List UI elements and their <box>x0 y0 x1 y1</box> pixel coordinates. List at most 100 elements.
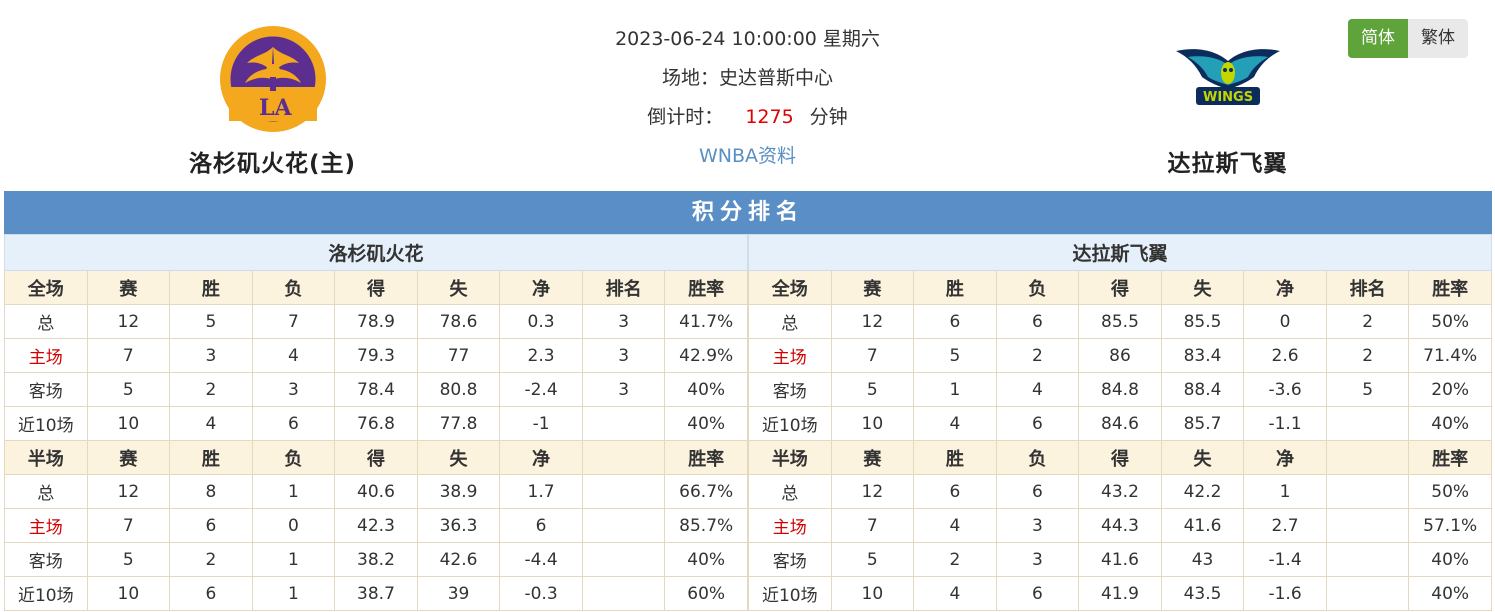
table-cell: 77.8 <box>416 406 501 441</box>
row-label: 客场 <box>4 542 88 577</box>
table-cell: 5 <box>1325 372 1410 407</box>
column-header: 排名 <box>1325 270 1410 305</box>
row-label: 客场 <box>748 542 832 577</box>
table-cell: 77 <box>416 338 501 373</box>
language-switch: 简体 繁体 <box>1348 19 1468 58</box>
table-cell: 42.9% <box>664 338 748 373</box>
table-cell: 20% <box>1408 372 1492 407</box>
table-cell: 83.4 <box>1160 338 1245 373</box>
table-cell: 41.6 <box>1160 508 1245 543</box>
away-team-logo[interactable]: WINGS <box>1105 18 1350 140</box>
table-cell: 1 <box>913 372 997 407</box>
table-cell: 42.6 <box>416 542 501 577</box>
table-cell: 6 <box>995 406 1080 441</box>
match-countdown: 倒计时： 1275 分钟 <box>530 102 965 141</box>
table-cell: 2.7 <box>1243 508 1327 543</box>
row-label: 总 <box>748 304 832 339</box>
table-cell: 40% <box>664 372 748 407</box>
column-header: 胜 <box>169 440 253 475</box>
table-cell: 85.7 <box>1160 406 1245 441</box>
table-cell: 7 <box>830 338 915 373</box>
table-cell: 84.8 <box>1078 372 1162 407</box>
column-header: 胜率 <box>1408 440 1492 475</box>
traditional-chinese-button[interactable]: 繁体 <box>1408 19 1468 58</box>
table-cell: 3 <box>995 542 1080 577</box>
home-team-logo[interactable]: LA <box>150 18 395 140</box>
column-header: 全场 <box>748 270 832 305</box>
table-cell: 38.2 <box>334 542 418 577</box>
column-header: 得 <box>334 270 418 305</box>
away-table-team-row: 达拉斯飞翼 <box>748 234 1492 271</box>
table-cell: 6 <box>913 304 997 339</box>
column-header <box>1325 440 1410 475</box>
column-header: 胜率 <box>1408 270 1492 305</box>
table-cell: 7 <box>86 508 171 543</box>
table-cell: 5 <box>830 372 915 407</box>
table-cell: 6 <box>251 406 336 441</box>
home-team-block[interactable]: LA 洛杉矶火花(主) <box>150 18 395 178</box>
away-team-name[interactable]: 达拉斯飞翼 <box>1105 144 1350 178</box>
table-cell: -4.4 <box>499 542 583 577</box>
table-cell: 3 <box>251 372 336 407</box>
table-cell: 6 <box>169 576 253 611</box>
column-header: 胜 <box>913 440 997 475</box>
simplified-chinese-button[interactable]: 简体 <box>1348 19 1408 58</box>
table-cell <box>581 406 666 441</box>
table-cell: 5 <box>830 542 915 577</box>
table-cell: 12 <box>86 304 171 339</box>
countdown-label: 倒计时： <box>647 106 724 128</box>
table-row: 近10场 10 4 6 41.9 43.5 -1.6 40% <box>748 576 1492 611</box>
away-table-team-name: 达拉斯飞翼 <box>748 234 1492 271</box>
column-header: 负 <box>995 440 1080 475</box>
table-cell: 4 <box>913 406 997 441</box>
table-cell: 38.9 <box>416 474 501 509</box>
table-row: 近10场 10 6 1 38.7 39 -0.3 60% <box>4 576 748 611</box>
away-standings-table: 达拉斯飞翼 全场赛胜负得失净排名 胜率总 12 6 6 85.5 85.5 0 2 50% 主场 7 5… <box>748 234 1492 611</box>
table-cell: 5 <box>86 542 171 577</box>
table-row: 客场 5 2 3 78.4 80.8 -2.4 3 40% <box>4 372 748 407</box>
table-cell: 84.6 <box>1078 406 1162 441</box>
table-cell: 42.3 <box>334 508 418 543</box>
table-cell: 2.6 <box>1243 338 1327 373</box>
countdown-value: 1275 <box>745 106 794 128</box>
column-header: 净 <box>499 270 583 305</box>
table-cell: 7 <box>251 304 336 339</box>
row-label: 主场 <box>4 338 88 373</box>
home-team-name[interactable]: 洛杉矶火花(主) <box>150 144 395 178</box>
table-cell: 85.5 <box>1160 304 1245 339</box>
row-label: 近10场 <box>4 576 88 611</box>
table-cell: 4 <box>169 406 253 441</box>
table-row: 总 12 5 7 78.9 78.6 0.3 3 41.7% <box>4 304 748 339</box>
column-header: 负 <box>251 440 336 475</box>
column-header: 失 <box>416 270 501 305</box>
row-label: 主场 <box>4 508 88 543</box>
table-cell: 2 <box>169 542 253 577</box>
away-half-header-row: 半场赛胜负得失净 胜率 <box>748 440 1492 475</box>
wnba-info-link[interactable]: WNBA资料 <box>699 141 796 180</box>
table-cell: 10 <box>830 576 915 611</box>
table-row: 总 12 6 6 43.2 42.2 1 50% <box>748 474 1492 509</box>
standings-section: 积分排名 洛杉矶火花 全场赛胜负得失净排名 胜率总 12 5 7 78.9 78.6 0.3 3… <box>4 191 1492 611</box>
column-header: 得 <box>1078 440 1162 475</box>
column-header: 胜率 <box>664 270 748 305</box>
table-cell: 10 <box>86 406 171 441</box>
table-cell: 41.7% <box>664 304 748 339</box>
column-header: 净 <box>499 440 583 475</box>
column-header: 胜 <box>169 270 253 305</box>
table-cell: 2 <box>913 542 997 577</box>
table-cell: 85.7% <box>664 508 748 543</box>
table-row: 近10场 10 4 6 76.8 77.8 -1 40% <box>4 406 748 441</box>
away-team-block[interactable]: WINGS 达拉斯飞翼 <box>1105 18 1350 178</box>
sparks-logo-icon: LA <box>219 26 326 132</box>
column-header: 得 <box>334 440 418 475</box>
row-label: 客场 <box>4 372 88 407</box>
table-cell <box>581 508 666 543</box>
row-label: 近10场 <box>4 406 88 441</box>
row-label: 近10场 <box>748 406 832 441</box>
row-label: 主场 <box>748 338 832 373</box>
column-header: 胜 <box>913 270 997 305</box>
column-header: 排名 <box>581 270 666 305</box>
match-venue: 场地：史达普斯中心 <box>661 67 833 89</box>
table-cell <box>581 474 666 509</box>
table-cell: 3 <box>995 508 1080 543</box>
